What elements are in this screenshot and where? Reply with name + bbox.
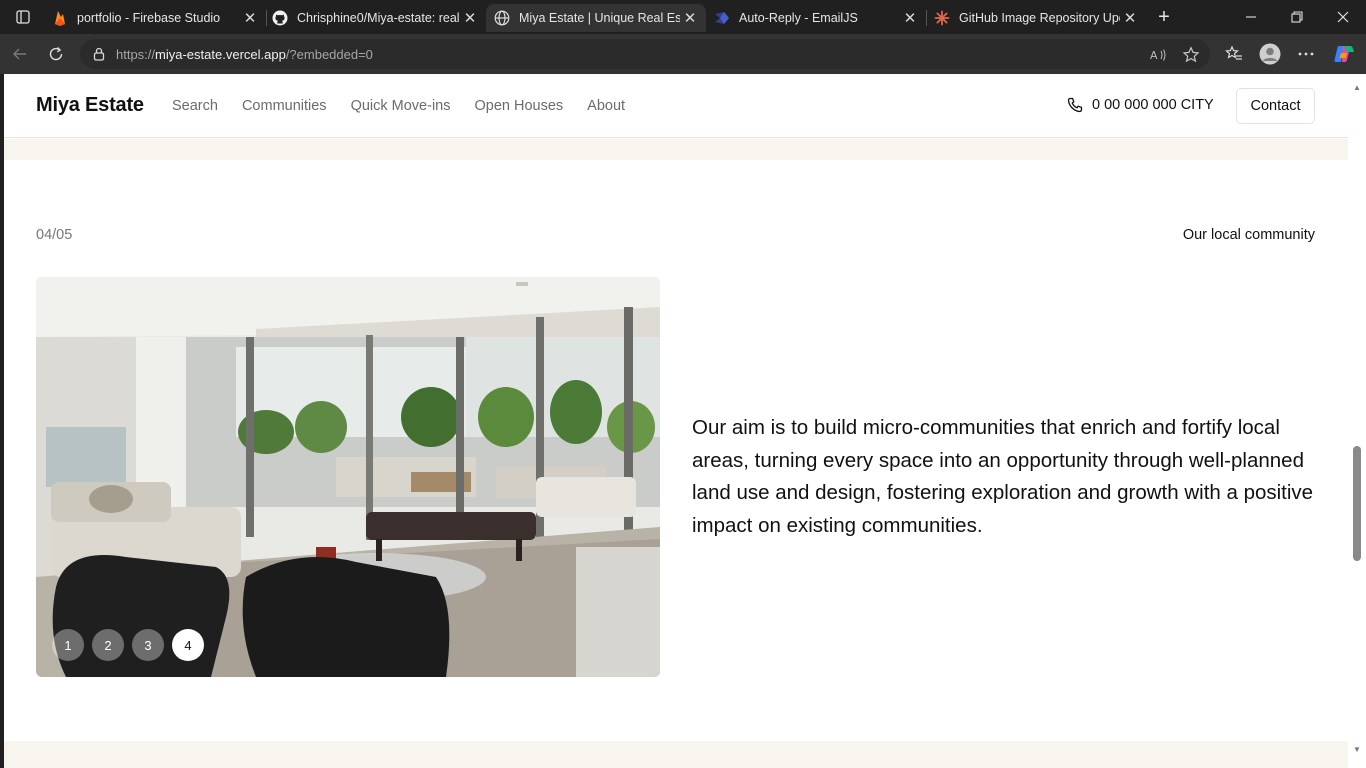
nav-link-communities[interactable]: Communities [242,98,327,114]
close-tab-icon[interactable]: ✕ [900,8,920,28]
browser-toolbar: https://miya-estate.vercel.app/?embedded… [0,34,1366,74]
nav-link-quick-move-ins[interactable]: Quick Move-ins [351,98,451,114]
page-viewport: Miya Estate Search Communities Quick Mov… [4,74,1348,768]
slide-dot-1[interactable]: 1 [52,629,84,661]
close-window-icon[interactable] [1320,0,1366,34]
nav-link-about[interactable]: About [587,98,625,114]
close-tab-icon[interactable]: ✕ [460,8,480,28]
tab-title: Chrisphine0/Miya-estate: real [297,11,460,25]
favorite-star-icon[interactable] [1182,46,1200,64]
more-options-icon[interactable] [1292,40,1320,68]
site-header: Miya Estate Search Communities Quick Mov… [4,74,1348,138]
tab-title: portfolio - Firebase Studio [77,11,221,25]
scroll-down-icon[interactable]: ▼ [1352,744,1362,754]
scrollbar-thumb[interactable] [1353,446,1361,561]
claude-icon [934,10,950,26]
close-tab-icon[interactable]: ✕ [680,8,700,28]
profile-avatar-icon[interactable] [1256,40,1284,68]
tab-title: Miya Estate | Unique Real Esta [519,11,680,25]
tab-title: Auto-Reply - EmailJS [739,11,858,25]
browser-tab[interactable]: Chrisphine0/Miya-estate: real ✕ [264,4,486,32]
close-tab-icon[interactable]: ✕ [1120,8,1140,28]
nav-link-open-houses[interactable]: Open Houses [474,98,563,114]
page-scrollbar[interactable]: ▲ ▼ [1348,74,1366,768]
phone-link[interactable]: 0 00 000 000 CITY [1067,97,1214,113]
mission-statement: Our aim is to build micro-communities th… [692,416,1314,537]
emailjs-icon [714,10,730,26]
favorites-icon[interactable] [1220,40,1248,68]
svg-text:A: A [1150,49,1158,62]
slide-dot-3[interactable]: 3 [132,629,164,661]
tab-title: GitHub Image Repository Upd [959,11,1120,25]
github-icon [272,10,288,26]
firebase-icon [52,10,68,26]
restore-icon[interactable] [1274,0,1320,34]
section-divider [4,741,1348,768]
browser-tab[interactable]: Auto-Reply - EmailJS ✕ [706,4,926,32]
url-text: https://miya-estate.vercel.app/?embedded… [116,46,373,62]
browser-tab-bar: portfolio - Firebase Studio ✕ Chrisphine… [0,0,1366,34]
living-room-image [36,277,660,677]
section-label: Our local community [1182,227,1315,243]
minimize-icon[interactable] [1228,0,1274,34]
browser-tab[interactable]: GitHub Image Repository Upd ✕ [926,4,1146,32]
refresh-icon[interactable] [42,40,70,68]
nav-link-search[interactable]: Search [172,98,218,114]
slide-pagination: 1 2 3 4 [52,629,204,661]
browser-tab-active[interactable]: Miya Estate | Unique Real Esta ✕ [486,4,706,32]
community-photo: 1 2 3 4 [36,277,660,677]
browser-tab[interactable]: portfolio - Firebase Studio ✕ [44,4,266,32]
globe-icon [494,10,510,26]
slide-dot-2[interactable]: 2 [92,629,124,661]
site-logo[interactable]: Miya Estate [36,94,144,117]
close-tab-icon[interactable]: ✕ [240,8,260,28]
scroll-up-icon[interactable]: ▲ [1352,82,1362,92]
read-aloud-icon[interactable]: A [1150,46,1168,64]
back-icon[interactable] [6,40,34,68]
site-info-icon[interactable] [92,47,106,61]
section-divider [4,139,1348,160]
section-counter: 04/05 [36,227,73,243]
contact-button[interactable]: Contact [1236,88,1315,124]
main-nav: Search Communities Quick Move-ins Open H… [172,98,649,114]
copilot-icon[interactable] [1330,40,1358,68]
slide-dot-4-active[interactable]: 4 [172,629,204,661]
tab-actions-icon[interactable] [0,0,46,34]
address-bar[interactable]: https://miya-estate.vercel.app/?embedded… [80,39,1210,69]
phone-icon [1067,97,1083,113]
new-tab-button[interactable]: + [1150,4,1178,30]
phone-number: 0 00 000 000 CITY [1092,97,1214,113]
